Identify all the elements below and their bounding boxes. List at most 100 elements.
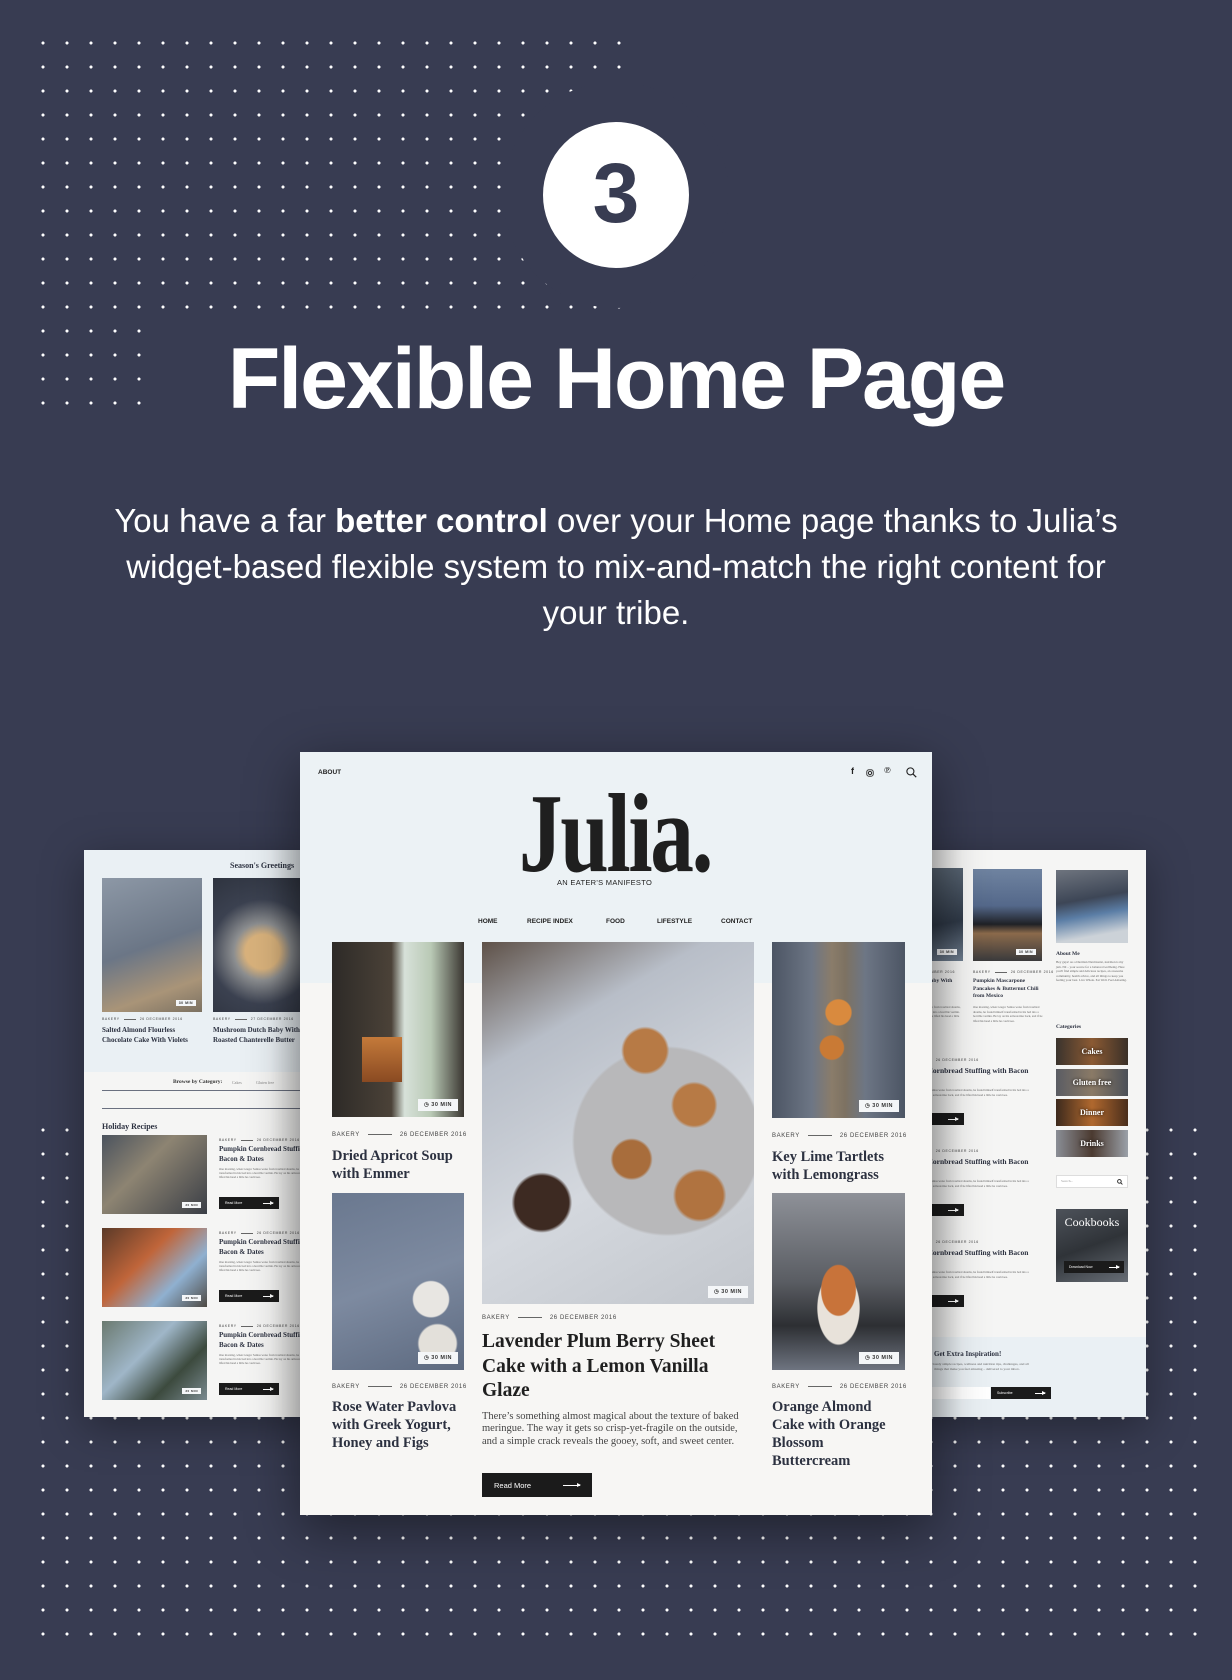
post-category[interactable]: BAKERY [973, 970, 991, 974]
arrow-right-icon [1109, 1264, 1120, 1269]
time-badge: ◷ 30 MIN [858, 1352, 899, 1364]
nav-food[interactable]: FOOD [606, 918, 625, 925]
main-preview-page: ABOUT f ℗ Julia. AN EATER'S MANIFESTO HO… [300, 752, 932, 1515]
post-category[interactable]: BAKERY [772, 1384, 800, 1390]
time-badge: ◷ 30 MIN [858, 1100, 899, 1112]
search-icon[interactable] [1117, 1179, 1123, 1185]
category-tile-gluten-free[interactable]: Gluten free [1056, 1069, 1128, 1096]
nav-home[interactable]: HOME [478, 918, 498, 925]
time-badge: 30 MIN [175, 1000, 196, 1006]
button-label: Subscribe [997, 1391, 1013, 1395]
time-text: 30 MIN [431, 1102, 452, 1108]
browse-category-cakes[interactable]: Cakes [232, 1080, 242, 1085]
download-now-button[interactable]: Download Now [1064, 1261, 1124, 1273]
photo-detail [362, 1037, 402, 1082]
post-category[interactable]: BAKERY [482, 1315, 510, 1321]
post-date: 26 DECEMBER 2016 [839, 1133, 907, 1139]
post-date: 26 DECEMBER 2016 [139, 1017, 183, 1021]
photo-featured-lavender-plum-cake[interactable]: ◷ 30 MIN [482, 942, 754, 1304]
cookbooks-title: Cookbooks [1064, 1215, 1120, 1229]
subtitle-text: You have a far [114, 502, 336, 539]
about-photo [1056, 870, 1128, 943]
post-title[interactable]: Key Lime Tartlets with Lemongrass [772, 1148, 908, 1184]
post-date: 26 DECEMBER 2016 [399, 1384, 467, 1390]
photo[interactable]: 30 MIN [102, 1228, 207, 1307]
featured-post-title[interactable]: Lavender Plum Berry Sheet Cake with a Le… [482, 1330, 752, 1404]
post-category[interactable]: BAKERY [219, 1138, 237, 1142]
post-category[interactable]: BAKERY [332, 1384, 360, 1390]
post-title[interactable]: Salted Almond Flourless Chocolate Cake W… [102, 1026, 204, 1045]
post-category[interactable]: BAKERY [219, 1231, 237, 1235]
photo[interactable]: 30 MIN [102, 1135, 207, 1214]
step-number-badge: 3 [503, 82, 729, 308]
post-title[interactable]: Pumpkin Mascarpone Pancakes & Butternut … [973, 978, 1045, 1001]
step-number: 3 [592, 145, 640, 240]
search-placeholder: Search... [1061, 1179, 1074, 1183]
time-text: 30 MIN [872, 1103, 893, 1109]
arrow-right-icon [563, 1482, 581, 1487]
post-category[interactable]: BAKERY [219, 1324, 237, 1328]
nav-contact[interactable]: CONTACT [721, 918, 752, 925]
nav-recipe-index[interactable]: RECIPE INDEX [527, 918, 573, 925]
photo-key-lime-tartlets[interactable]: ◷ 30 MIN [772, 942, 905, 1118]
photo-dried-apricot-soup[interactable]: ◷ 30 MIN [332, 942, 464, 1117]
photo[interactable]: 30 MIN [102, 1321, 207, 1400]
page-title: Flexible Home Page [227, 331, 1007, 427]
list-title: Holiday Recipes [102, 1122, 158, 1131]
read-more-button[interactable]: Read More [482, 1473, 592, 1497]
button-label: Read More [494, 1480, 532, 1490]
post-category[interactable]: BAKERY [332, 1132, 360, 1138]
button-label: Download Now [1069, 1265, 1093, 1269]
page-subtitle: You have a far better control over your … [100, 498, 1132, 636]
right-preview-page: 30 MIN 30 MIN 26 DECEMBER 2016Mushroom D… [912, 850, 1146, 1417]
time-text: 30 MIN [431, 1355, 452, 1361]
photo-orange-almond-cake[interactable]: ◷ 30 MIN [772, 1193, 905, 1370]
time-badge: ◷ 30 MIN [417, 1352, 458, 1364]
category-tile-drinks[interactable]: Drinks [1056, 1130, 1128, 1157]
photo-rose-water-pavlova[interactable]: ◷ 30 MIN [332, 1193, 464, 1370]
post-meta: BAKERY 26 DECEMBER 2016 [973, 970, 1054, 974]
post-title[interactable]: Rose Water Pavlova with Greek Yogurt, Ho… [332, 1398, 468, 1452]
nav-lifestyle[interactable]: LIFESTYLE [657, 918, 692, 925]
post-meta: BAKERY 26 DECEMBER 2016 [482, 1315, 617, 1321]
facebook-icon[interactable]: f [851, 766, 854, 776]
category-tile-dinner[interactable]: Dinner [1056, 1099, 1128, 1126]
top-link-about[interactable]: ABOUT [318, 769, 341, 776]
category-tile-cakes[interactable]: Cakes [1056, 1038, 1128, 1065]
post-meta: BAKERY 26 DECEMBER 2016 [332, 1132, 467, 1138]
about-title: About Me [1056, 951, 1080, 957]
post-title[interactable]: Orange Almond Cake with Orange Blossom B… [772, 1398, 902, 1470]
photo: 30 MIN [973, 869, 1042, 961]
instagram-icon[interactable] [866, 769, 874, 777]
categories-title: Categories [1056, 1024, 1082, 1030]
post-category[interactable]: BAKERY [102, 1017, 120, 1021]
post-date: 26 DECEMBER 2016 [1010, 970, 1054, 974]
subscribe-button[interactable]: Subscribe [991, 1387, 1051, 1399]
button-label: Read More [225, 1387, 243, 1391]
button-label: Read More [225, 1294, 243, 1298]
about-text: Hey guys! As a Dietitian Nutritionist, n… [1056, 960, 1127, 982]
pinterest-icon[interactable]: ℗ [884, 765, 891, 775]
post-category[interactable]: BAKERY [772, 1133, 800, 1139]
left-preview-page: Season's Greetings 30 MIN BAKERY 26 DECEM… [84, 850, 320, 1417]
subtitle-bold: better control [335, 502, 548, 539]
post-meta: BAKERY 26 DECEMBER 2016 [332, 1384, 467, 1390]
time-badge: 30 MIN [1015, 949, 1036, 955]
sidebar-search-input[interactable]: Search... [1056, 1175, 1128, 1188]
site-tagline: AN EATER'S MANIFESTO [557, 878, 653, 887]
featured-post-excerpt: There’s something almost magical about t… [482, 1411, 739, 1447]
site-logo[interactable]: Julia. [502, 774, 728, 894]
search-icon[interactable] [906, 767, 917, 778]
post-title[interactable]: Dried Apricot Soup with Emmer [332, 1147, 466, 1183]
photo: 30 MIN [102, 878, 202, 1012]
time-text: 30 MIN [721, 1289, 742, 1295]
post-date: 26 DECEMBER 2016 [839, 1384, 907, 1390]
time-badge: 30 MIN [182, 1295, 201, 1301]
time-badge: 30 MIN [182, 1202, 201, 1208]
post-category[interactable]: BAKERY [213, 1017, 231, 1021]
post-date: 26 DECEMBER 2016 [549, 1315, 617, 1321]
time-badge: 30 MIN [182, 1388, 201, 1394]
post-meta: BAKERY 26 DECEMBER 2016 [772, 1133, 907, 1139]
time-badge: ◷ 30 MIN [417, 1099, 458, 1111]
button-label: Read More [225, 1201, 243, 1205]
